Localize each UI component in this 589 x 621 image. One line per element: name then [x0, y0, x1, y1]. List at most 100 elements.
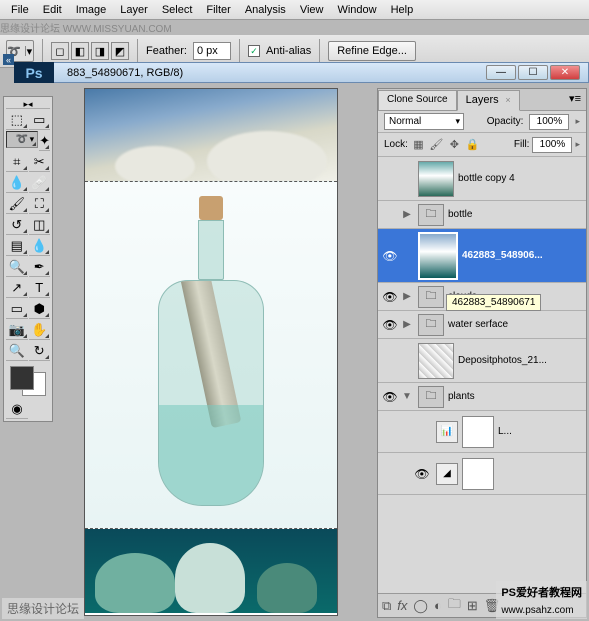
menu-file[interactable]: File — [4, 2, 36, 18]
menu-help[interactable]: Help — [384, 2, 421, 18]
pen-tool[interactable]: ✒ — [29, 257, 51, 277]
menu-filter[interactable]: Filter — [199, 2, 237, 18]
menu-image[interactable]: Image — [69, 2, 114, 18]
slice-tool[interactable]: ✂ — [29, 152, 51, 172]
adjustment-button[interactable]: ◐ — [434, 598, 442, 613]
blend-mode-select[interactable]: Normal — [384, 113, 464, 130]
quickmask-tool[interactable]: ◉ — [6, 399, 28, 419]
minimize-button[interactable]: — — [486, 65, 516, 80]
adjustment-icon[interactable]: ◢ — [436, 463, 458, 485]
visibility-toggle[interactable]: 👁 — [380, 390, 400, 404]
menu-view[interactable]: View — [293, 2, 331, 18]
dodge-tool[interactable]: 🔍 — [6, 257, 28, 277]
path-tool[interactable]: ↗ — [6, 278, 28, 298]
layer-name[interactable]: Depositphotos_21... — [458, 355, 584, 366]
expand-icon[interactable]: ▶ — [400, 319, 414, 330]
visibility-toggle[interactable]: 👁 — [380, 249, 400, 263]
history-brush-tool[interactable]: ↺ — [6, 215, 28, 235]
rotate-tool[interactable]: ↻ — [29, 341, 51, 361]
type-tool[interactable]: T — [29, 278, 51, 298]
layer-name[interactable]: bottle copy 4 — [458, 173, 584, 184]
group-button[interactable]: 🗀 — [448, 595, 461, 617]
menu-analysis[interactable]: Analysis — [238, 2, 293, 18]
chevron-icon[interactable]: ▸ — [575, 139, 580, 150]
hand-tool[interactable]: ✋ — [29, 320, 51, 340]
visibility-toggle[interactable]: 👁 — [380, 290, 400, 304]
antialias-checkbox[interactable]: ✓ — [248, 45, 260, 57]
sel-add-button[interactable]: ◧ — [71, 42, 89, 60]
chevron-icon[interactable]: ▸ — [575, 116, 580, 127]
marquee-tool[interactable]: ▭ — [29, 110, 51, 130]
brush-tool[interactable]: 🖌 — [6, 194, 28, 214]
sel-sub-button[interactable]: ◨ — [91, 42, 109, 60]
stamp-tool[interactable]: ⛶ — [29, 194, 51, 214]
layer-thumb[interactable] — [418, 232, 458, 280]
refine-edge-button[interactable]: Refine Edge... — [328, 41, 416, 61]
heal-tool[interactable]: 🩹 — [29, 173, 51, 193]
move-tool[interactable]: ⬚ — [6, 110, 28, 130]
document-canvas[interactable] — [84, 88, 338, 616]
close-button[interactable]: ✕ — [550, 65, 580, 80]
wand-tool[interactable]: ✦ — [39, 131, 50, 151]
layer-row[interactable]: bottle copy 4 — [378, 157, 586, 201]
mask-button[interactable]: ◯ — [413, 598, 428, 614]
zoom-tool[interactable]: 🔍 — [6, 341, 28, 361]
3d-cam-tool[interactable]: 📷 — [6, 320, 28, 340]
3d-tool[interactable]: ⬢ — [29, 299, 51, 319]
expand-icon[interactable]: ▼ — [400, 391, 414, 402]
layer-row-selected[interactable]: 👁 462883_548906... — [378, 229, 586, 283]
layer-row-group[interactable]: 👁 ▶ 🗀 water serface — [378, 311, 586, 339]
layer-name[interactable]: 462883_548906... — [462, 250, 584, 261]
expand-icon[interactable]: ▶ — [400, 291, 414, 302]
layer-thumb[interactable] — [418, 161, 454, 197]
menu-layer[interactable]: Layer — [113, 2, 155, 18]
color-swatch[interactable] — [6, 364, 50, 398]
visibility-toggle[interactable]: 👁 — [412, 467, 432, 481]
sel-int-button[interactable]: ◩ — [111, 42, 129, 60]
lasso-tool[interactable]: ➰ — [6, 131, 38, 148]
maximize-button[interactable]: ☐ — [518, 65, 548, 80]
feather-input[interactable]: 0 px — [193, 42, 231, 60]
menu-select[interactable]: Select — [155, 2, 200, 18]
layer-mask[interactable] — [462, 416, 494, 448]
visibility-toggle[interactable]: 👁 — [380, 318, 400, 332]
tools-grip[interactable]: ▸◂ — [6, 99, 50, 109]
layer-name[interactable]: bottle — [448, 209, 584, 220]
layer-row-group[interactable]: 👁 ▼ 🗀 plants — [378, 383, 586, 411]
layer-mask[interactable] — [462, 458, 494, 490]
layer-row-adjustment[interactable]: 👁 ◢ — [378, 453, 586, 495]
fill-input[interactable]: 100% — [532, 137, 572, 153]
layer-row-group[interactable]: ▶ 🗀 bottle — [378, 201, 586, 229]
close-icon[interactable]: × — [505, 95, 510, 105]
layer-name[interactable]: plants — [448, 391, 584, 402]
lock-all-button[interactable]: 🔒 — [465, 137, 480, 152]
expand-icon[interactable]: ▶ — [400, 209, 414, 220]
fx-button[interactable]: fx — [397, 598, 407, 613]
menu-edit[interactable]: Edit — [36, 2, 69, 18]
lock-move-button[interactable]: ✥ — [447, 137, 462, 152]
new-layer-button[interactable]: ⊞ — [467, 598, 478, 614]
lock-paint-button[interactable]: 🖌 — [429, 137, 444, 152]
link-layers-button[interactable]: ⧉ — [382, 598, 391, 614]
layer-row-adjustment[interactable]: 📊 L... — [378, 411, 586, 453]
tab-clone-source[interactable]: Clone Source — [378, 90, 457, 111]
collapse-notch[interactable]: « — [3, 54, 14, 65]
layer-row[interactable]: Depositphotos_21... — [378, 339, 586, 383]
fg-color[interactable] — [10, 366, 34, 390]
eyedropper-tool[interactable]: 💧 — [6, 173, 28, 193]
layer-name[interactable]: L... — [498, 426, 584, 437]
levels-icon[interactable]: 📊 — [436, 421, 458, 443]
eraser-tool[interactable]: ◫ — [29, 215, 51, 235]
menu-window[interactable]: Window — [330, 2, 383, 18]
layer-thumb[interactable] — [418, 343, 454, 379]
panel-menu-button[interactable]: ▾≡ — [564, 89, 586, 110]
shape-tool[interactable]: ▭ — [6, 299, 28, 319]
tab-layers[interactable]: Layers × — [457, 90, 520, 111]
gradient-tool[interactable]: ▤ — [6, 236, 28, 256]
sel-new-button[interactable]: ◻ — [51, 42, 69, 60]
crop-tool[interactable]: ⌗ — [6, 152, 28, 172]
blur-tool[interactable]: 💧 — [29, 236, 51, 256]
lock-trans-button[interactable]: ▦ — [411, 137, 426, 152]
layer-name[interactable]: water serface — [448, 319, 584, 330]
opacity-input[interactable]: 100% — [529, 114, 569, 130]
